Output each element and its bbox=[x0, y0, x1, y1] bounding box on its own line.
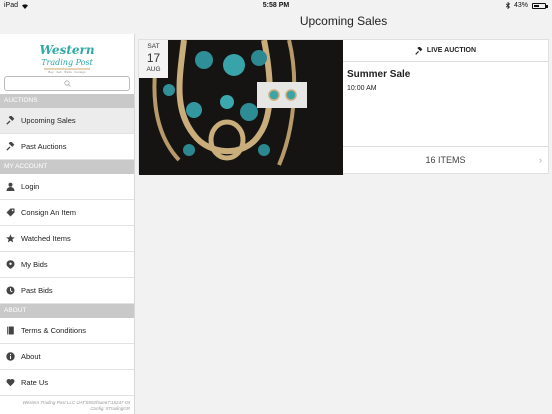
svg-text:Western: Western bbox=[39, 43, 94, 57]
logo: Western Trading Post Buy · Sell · Trade … bbox=[0, 38, 134, 76]
sale-card[interactable]: SAT 17 AUG LIVE AUCTION Summer Sale 10:0… bbox=[138, 39, 549, 175]
status-bar: iPad 5:58 PM 43% bbox=[0, 0, 552, 12]
sale-items-count: 16 ITEMS bbox=[425, 155, 466, 165]
sidebar-item-past-auctions[interactable]: Past Auctions bbox=[0, 134, 134, 160]
search-input[interactable] bbox=[4, 76, 130, 91]
sidebar-item-label: About bbox=[21, 352, 41, 361]
sidebar-item-upcoming-sales[interactable]: Upcoming Sales bbox=[0, 108, 134, 134]
sale-date: SAT 17 AUG bbox=[139, 40, 168, 78]
star-icon bbox=[5, 234, 15, 244]
sidebar: Western Trading Post Buy · Sell · Trade … bbox=[0, 34, 135, 414]
tag-icon bbox=[5, 208, 15, 218]
sidebar-item-my-bids[interactable]: My Bids bbox=[0, 252, 134, 278]
section-about: ABOUT bbox=[0, 304, 134, 318]
sale-dow: SAT bbox=[147, 43, 160, 50]
sale-month: AUG bbox=[146, 66, 161, 73]
heart-icon bbox=[5, 378, 15, 388]
sale-photo: SAT 17 AUG bbox=[139, 40, 343, 175]
sidebar-item-label: Past Auctions bbox=[21, 142, 67, 151]
bluetooth-icon bbox=[505, 2, 510, 9]
page-title: Upcoming Sales bbox=[299, 14, 388, 28]
section-auctions: AUCTIONS bbox=[0, 94, 134, 108]
history-icon bbox=[5, 286, 15, 296]
sidebar-item-login[interactable]: Login bbox=[0, 174, 134, 200]
battery-percent: 43% bbox=[513, 2, 528, 9]
svg-text:Buy · Sell · Trade · Consign: Buy · Sell · Trade · Consign bbox=[48, 70, 86, 74]
info-icon bbox=[5, 352, 15, 362]
search-icon bbox=[63, 80, 71, 87]
book-icon bbox=[5, 326, 15, 336]
status-time: 5:58 PM bbox=[262, 2, 290, 9]
sale-info: LIVE AUCTION Summer Sale 10:00 AM 16 ITE… bbox=[343, 40, 548, 173]
sidebar-item-label: Rate Us bbox=[21, 378, 49, 387]
sale-items-link[interactable]: 16 ITEMS › bbox=[343, 146, 548, 173]
sidebar-item-consign[interactable]: Consign An Item bbox=[0, 200, 134, 226]
sidebar-item-about[interactable]: About bbox=[0, 344, 134, 370]
sidebar-item-label: Login bbox=[21, 182, 40, 191]
sidebar-item-past-bids[interactable]: Past Bids bbox=[0, 278, 134, 304]
sidebar-item-rate[interactable]: Rate Us bbox=[0, 370, 134, 396]
sidebar-item-label: Upcoming Sales bbox=[21, 116, 76, 125]
gavel-icon bbox=[5, 116, 15, 126]
sidebar-item-label: Past Bids bbox=[21, 286, 53, 295]
sale-day: 17 bbox=[146, 51, 161, 65]
sidebar-item-label: Consign An Item bbox=[21, 208, 77, 217]
sidebar-item-terms[interactable]: Terms & Conditions bbox=[0, 318, 134, 344]
live-auction-badge: LIVE AUCTION bbox=[343, 40, 548, 62]
sidebar-item-label: Watched Items bbox=[21, 234, 71, 243]
main-content: SAT 17 AUG LIVE AUCTION Summer Sale 10:0… bbox=[135, 34, 552, 414]
bid-icon bbox=[5, 260, 15, 270]
sidebar-item-label: My Bids bbox=[21, 260, 48, 269]
sale-title: Summer Sale bbox=[347, 69, 411, 80]
gavel-icon bbox=[415, 46, 423, 55]
user-icon bbox=[5, 182, 15, 192]
chevron-right-icon: › bbox=[539, 155, 542, 165]
sidebar-item-label: Terms & Conditions bbox=[21, 326, 87, 335]
sidebar-item-watched[interactable]: Watched Items bbox=[0, 226, 134, 252]
gavel-icon bbox=[5, 142, 15, 152]
sale-time: 10:00 AM bbox=[347, 85, 377, 92]
build-info: Western Trading Post LLC UAT:6592f5ae67:… bbox=[22, 400, 130, 411]
section-my-account: MY ACCOUNT bbox=[0, 160, 134, 174]
svg-text:Trading Post: Trading Post bbox=[41, 58, 93, 67]
battery-icon bbox=[532, 2, 548, 9]
